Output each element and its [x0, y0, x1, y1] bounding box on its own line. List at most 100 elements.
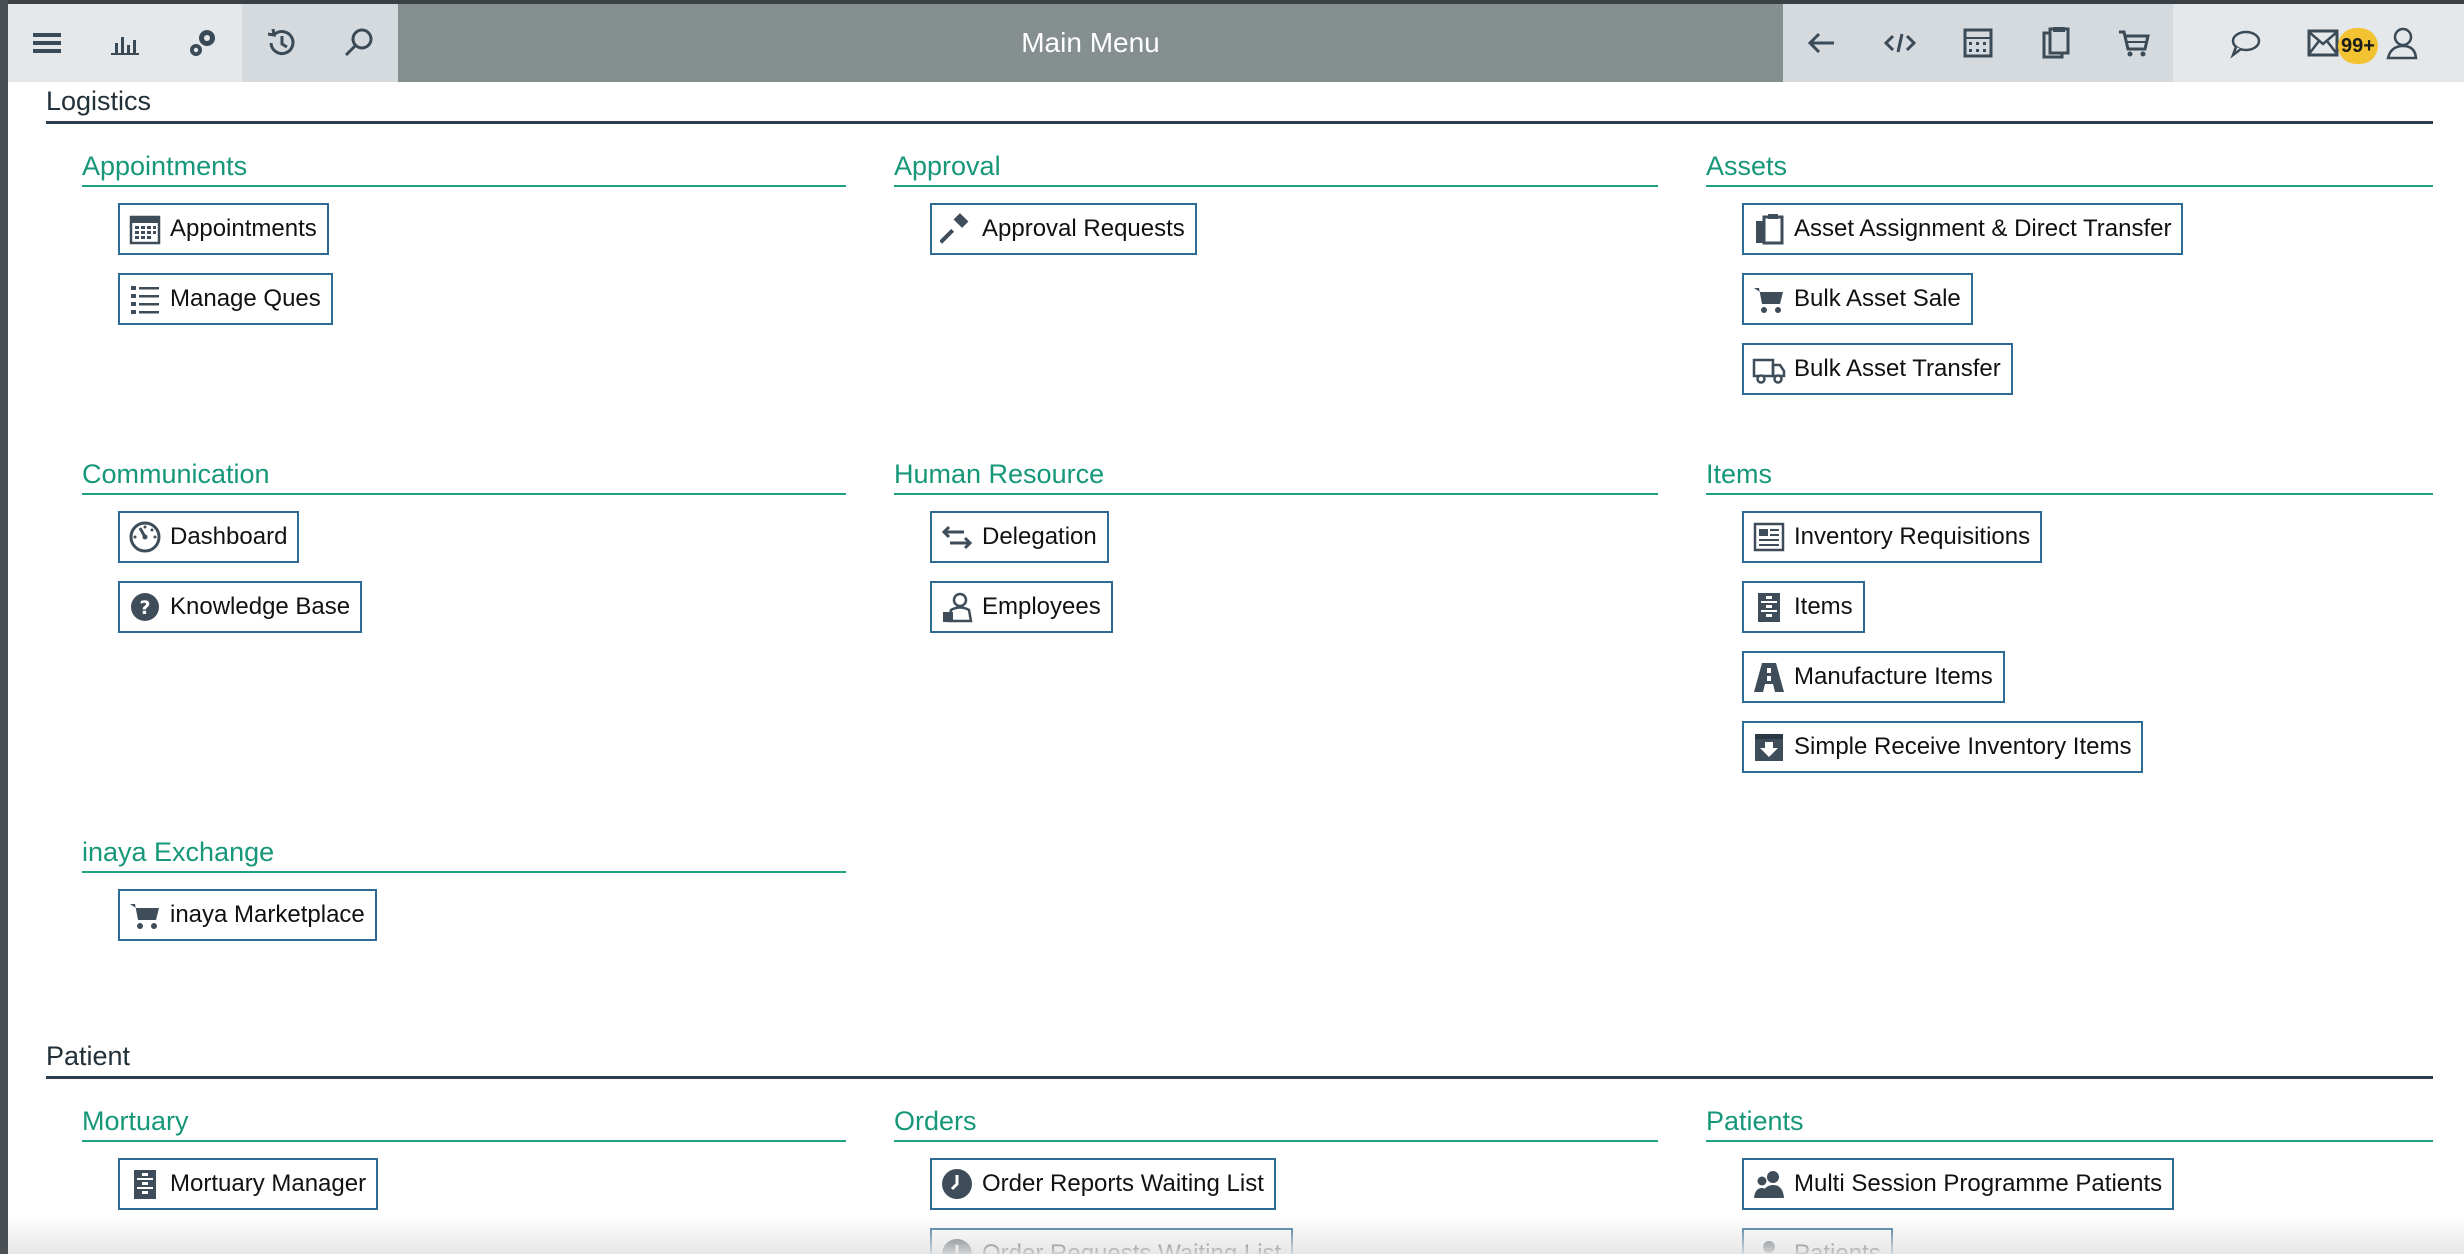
- menu-item-employees[interactable]: Employees: [930, 581, 1113, 633]
- user-button[interactable]: [2374, 4, 2428, 82]
- menu-item-knowledge-base[interactable]: ? Knowledge Base: [118, 581, 363, 633]
- cart-icon: [128, 898, 162, 932]
- svg-text:?: ?: [139, 597, 150, 619]
- group-rule-appointments: [82, 185, 846, 187]
- menu-item-dashboard[interactable]: Dashboard: [118, 511, 300, 563]
- menu-item-label: Manage Ques: [170, 285, 321, 312]
- history-button[interactable]: [242, 4, 320, 82]
- menu-item-manage-ques[interactable]: Manage Ques: [118, 273, 333, 325]
- history-icon: [267, 28, 295, 56]
- group-title-appointments: Appointments: [82, 151, 248, 181]
- group-title-assets: Assets: [1706, 151, 1788, 181]
- menu-item-bulk-asset-sale[interactable]: Bulk Asset Sale: [1742, 273, 1973, 325]
- clipboard-copy-icon: [1752, 212, 1786, 246]
- menu-item-label: Dashboard: [170, 523, 288, 550]
- clock-icon: [940, 1167, 974, 1201]
- back-button[interactable]: [1783, 4, 1861, 82]
- document-icon: [1752, 520, 1786, 554]
- menu-item-label: Order Requests Waiting List: [982, 1240, 1282, 1254]
- menu-item-label: Bulk Asset Sale: [1794, 285, 1961, 312]
- search-icon: [344, 28, 373, 57]
- cabinet-icon: [1752, 590, 1786, 624]
- menu-item-inaya-marketplace[interactable]: inaya Marketplace: [118, 889, 377, 941]
- group-title-orders: Orders: [894, 1106, 977, 1136]
- code-icon: [1883, 33, 1917, 53]
- menu-item-label: Order Reports Waiting List: [982, 1170, 1264, 1197]
- section-title-logistics: Logistics: [46, 86, 152, 116]
- settings-button[interactable]: [164, 4, 242, 82]
- menu-item-label: Multi Session Programme Patients: [1794, 1170, 2163, 1197]
- menu-item-mortuary-manager[interactable]: Mortuary Manager: [118, 1158, 379, 1210]
- group-rule-inaya-exchange: [82, 871, 846, 873]
- menu-item-label: Appointments: [170, 215, 317, 242]
- menu-item-delegation[interactable]: Delegation: [930, 511, 1109, 563]
- cart-icon: [1752, 282, 1786, 316]
- mail-icon: [2307, 29, 2339, 57]
- cart-icon: [2119, 30, 2150, 57]
- patients-group-icon: [1752, 1167, 1786, 1201]
- notification-badge[interactable]: 99+: [2338, 28, 2378, 64]
- menu-item-label: Asset Assignment & Direct Transfer: [1794, 215, 2172, 242]
- toolbar-left-group-2: [242, 4, 398, 82]
- inbox-download-icon: [1752, 730, 1786, 764]
- menu-item-inventory-requisitions[interactable]: Inventory Requisitions: [1742, 511, 2043, 563]
- menu-item-label: Manufacture Items: [1794, 663, 1993, 690]
- menu-item-patients[interactable]: Patients: [1742, 1228, 1893, 1254]
- group-rule-items: [1706, 493, 2433, 495]
- menu-item-label: Inventory Requisitions: [1794, 523, 2031, 550]
- gears-icon: [190, 30, 215, 56]
- employee-icon: [940, 590, 974, 624]
- patient-icon: [1752, 1237, 1786, 1254]
- code-button[interactable]: [1861, 4, 1939, 82]
- menu-item-label: Bulk Asset Transfer: [1794, 355, 2001, 382]
- menu-item-label: Items: [1794, 593, 1853, 620]
- search-button[interactable]: [320, 4, 398, 82]
- top-toolbar: Main Menu 99+: [8, 4, 2464, 82]
- group-title-approval: Approval: [894, 151, 1001, 181]
- group-title-patients: Patients: [1706, 1106, 1804, 1136]
- menu-item-bulk-asset-transfer[interactable]: Bulk Asset Transfer: [1742, 343, 2013, 395]
- menu-item-appointments[interactable]: Appointments: [118, 203, 329, 255]
- section-title-patient: Patient: [46, 1041, 131, 1071]
- menu-item-multi-session-programme-patients[interactable]: Multi Session Programme Patients: [1742, 1158, 2175, 1210]
- menu-item-manufacture-items[interactable]: Manufacture Items: [1742, 651, 2005, 703]
- menu-item-order-requests-waiting-list[interactable]: Order Requests Waiting List: [930, 1228, 1294, 1254]
- calculator-icon: [1963, 28, 1993, 58]
- cabinet-icon: [128, 1167, 162, 1201]
- menu-item-simple-receive-inventory-items[interactable]: Simple Receive Inventory Items: [1742, 721, 2144, 773]
- section-rule-logistics: [46, 121, 2433, 124]
- group-rule-assets: [1706, 185, 2433, 187]
- reports-button[interactable]: [86, 4, 164, 82]
- menu-item-label: Knowledge Base: [170, 593, 351, 620]
- toolbar-right-group: [1783, 4, 2173, 82]
- gavel-icon: [940, 212, 974, 246]
- clipboard-icon: [2042, 27, 2070, 59]
- group-rule-orders: [894, 1140, 1658, 1142]
- gauge-icon: [128, 520, 162, 554]
- question-icon: ?: [128, 590, 162, 624]
- menu-button[interactable]: [8, 4, 86, 82]
- chat-icon: [2230, 30, 2261, 59]
- menu-icon: [33, 33, 61, 53]
- cart-button[interactable]: [2095, 4, 2173, 82]
- calculator-button[interactable]: [1939, 4, 2017, 82]
- list-icon: [128, 282, 162, 316]
- menu-item-label: Delegation: [982, 523, 1097, 550]
- menu-item-order-reports-waiting-list[interactable]: Order Reports Waiting List: [930, 1158, 1276, 1210]
- swap-arrows-icon: [940, 520, 974, 554]
- menu-item-label: Employees: [982, 593, 1101, 620]
- back-arrow-icon: [1807, 32, 1834, 54]
- group-title-mortuary: Mortuary: [82, 1106, 189, 1136]
- window-left-edge: [0, 0, 8, 1254]
- menu-item-approval-requests[interactable]: Approval Requests: [930, 203, 1197, 255]
- menu-item-label: Approval Requests: [982, 215, 1185, 242]
- menu-item-items[interactable]: Items: [1742, 581, 1865, 633]
- toolbar-left-group: [8, 4, 242, 82]
- menu-item-asset-assignment[interactable]: Asset Assignment & Direct Transfer: [1742, 203, 2184, 255]
- clipboard-button[interactable]: [2017, 4, 2095, 82]
- menu-item-label: inaya Marketplace: [170, 901, 365, 928]
- menu-item-label: Mortuary Manager: [170, 1170, 367, 1197]
- chat-button[interactable]: [2206, 4, 2284, 82]
- group-rule-human-resource: [894, 493, 1658, 495]
- group-title-communication: Communication: [82, 459, 270, 489]
